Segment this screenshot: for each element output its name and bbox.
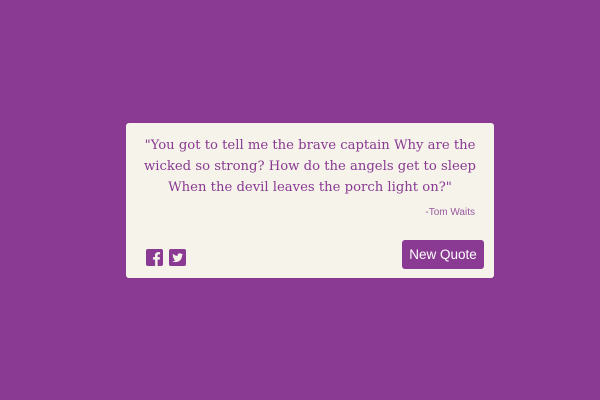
share-facebook-button[interactable]: [146, 249, 163, 266]
facebook-icon: [146, 249, 163, 266]
new-quote-button[interactable]: New Quote: [402, 240, 484, 269]
share-twitter-button[interactable]: [169, 249, 186, 266]
quote-text: "You got to tell me the brave captain Wh…: [144, 138, 476, 195]
twitter-icon: [169, 249, 186, 266]
quote-card: "You got to tell me the brave captain Wh…: [126, 123, 494, 278]
social-share-buttons: [146, 249, 186, 266]
quote-author: -Tom Waits: [425, 207, 475, 218]
